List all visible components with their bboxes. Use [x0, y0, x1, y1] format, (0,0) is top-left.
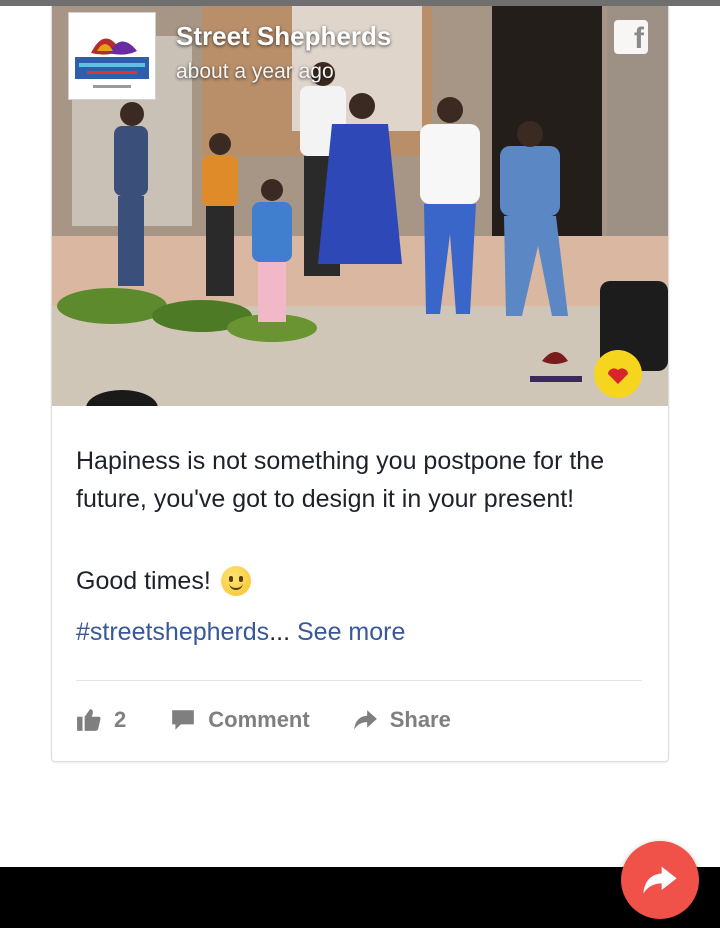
post-message-good-times: Good times! — [76, 566, 211, 595]
comment-button[interactable]: Comment — [170, 707, 310, 733]
thumbs-up-icon — [77, 709, 101, 731]
like-button[interactable]: 2 — [76, 707, 126, 733]
smiley-emoji-icon — [220, 566, 251, 596]
hashtag-line: #streetshepherds... See more — [76, 618, 405, 647]
post-actions-bar: 2 Comment Share — [76, 702, 646, 738]
like-count: 2 — [114, 707, 127, 732]
see-more-link[interactable]: See more — [297, 618, 405, 646]
post-message-line2: Good times! — [76, 566, 251, 596]
comment-label: Comment — [208, 707, 310, 732]
ellipsis: ... — [269, 618, 291, 646]
page-avatar[interactable] — [68, 12, 156, 100]
street-shepherds-logo-icon — [69, 13, 155, 99]
post-message: Hapiness is not something you postpone f… — [76, 447, 605, 513]
share-label: Share — [389, 707, 451, 732]
share-fab-icon — [643, 866, 677, 894]
post-timestamp[interactable]: about a year ago — [176, 60, 334, 84]
post-card: Street Shepherds about a year ago f Hapi… — [51, 6, 669, 762]
divider — [76, 680, 642, 681]
page-name[interactable]: Street Shepherds — [176, 21, 391, 52]
post-photo[interactable]: Street Shepherds about a year ago f — [52, 6, 668, 406]
share-button[interactable]: Share — [352, 707, 451, 733]
share-fab-button[interactable] — [621, 841, 699, 919]
share-arrow-icon — [353, 710, 377, 730]
hashtag-link[interactable]: #streetshepherds — [76, 618, 269, 646]
bottom-navigation-bar — [0, 867, 720, 928]
facebook-icon[interactable]: f — [614, 20, 648, 55]
comment-icon — [172, 710, 195, 730]
